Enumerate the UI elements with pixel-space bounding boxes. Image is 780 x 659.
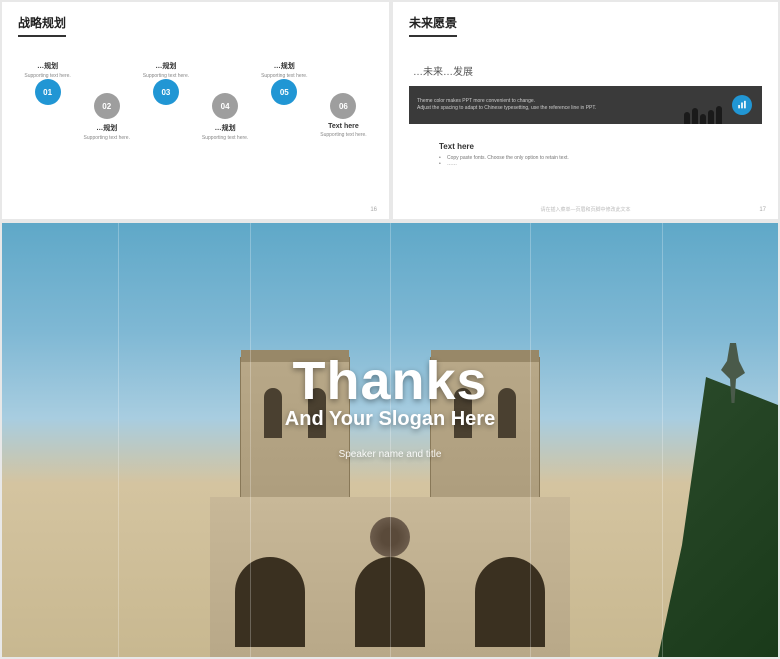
circles-row: …规划 Supporting text here. 01 02 …规划 Supp… [18, 53, 373, 141]
dark-line-1: Theme color makes PPT more convenient to… [417, 98, 596, 105]
silhouette-image [684, 104, 722, 124]
slide-title: 未来愿景 [409, 14, 457, 37]
circle-05: 05 [271, 79, 297, 105]
page-number: 17 [759, 207, 766, 213]
circle-04: 04 [212, 93, 238, 119]
circle-03: 03 [153, 79, 179, 105]
circle-02: 02 [94, 93, 120, 119]
item-label: Text here [328, 123, 359, 130]
thanks-speaker: Speaker name and title [285, 449, 495, 460]
trees-image [658, 377, 778, 657]
item-label: …规划 [155, 61, 176, 71]
footer-text: 请在插入菜单—页眉和页脚中修改此文本 [540, 206, 630, 213]
item-label: …规划 [274, 61, 295, 71]
slide-vision: 未来愿景 …未来…发展 Theme color makes PPT more c… [393, 2, 778, 219]
dark-line-2: Adjust the spacing to adapt to Chinese t… [417, 105, 596, 112]
page-number: 16 [370, 207, 377, 213]
item-label: …规划 [37, 61, 58, 71]
thanks-heading: Thanks [285, 350, 495, 412]
item-label: …规划 [215, 123, 236, 133]
thanks-slogan: And Your Slogan Here [285, 408, 495, 431]
circle-01: 01 [35, 79, 61, 105]
item-sub: Supporting text here. [320, 132, 366, 138]
slide-title: 战略规划 [18, 14, 66, 37]
item-sub: Supporting text here. [202, 135, 248, 141]
dark-bar: Theme color makes PPT more convenient to… [409, 86, 762, 124]
text-here-section: Text here Copy paste fonts. Choose the o… [409, 142, 762, 167]
subtitle: …未来…发展 [413, 63, 762, 78]
item-label: …规划 [96, 123, 117, 133]
bullet: …… [439, 161, 762, 167]
circle-06: 06 [330, 93, 356, 119]
slide-strategy: 战略规划 …规划 Supporting text here. 01 02 …规划… [2, 2, 389, 219]
dark-text: Theme color makes PPT more convenient to… [417, 98, 596, 112]
text-here-title: Text here [439, 142, 762, 151]
item-sub: Supporting text here. [84, 135, 130, 141]
cathedral-image [110, 277, 670, 657]
thanks-text-box: Thanks And Your Slogan Here Speaker name… [285, 350, 495, 460]
chart-icon [732, 95, 752, 115]
slide-thanks: Thanks And Your Slogan Here Speaker name… [2, 223, 778, 657]
